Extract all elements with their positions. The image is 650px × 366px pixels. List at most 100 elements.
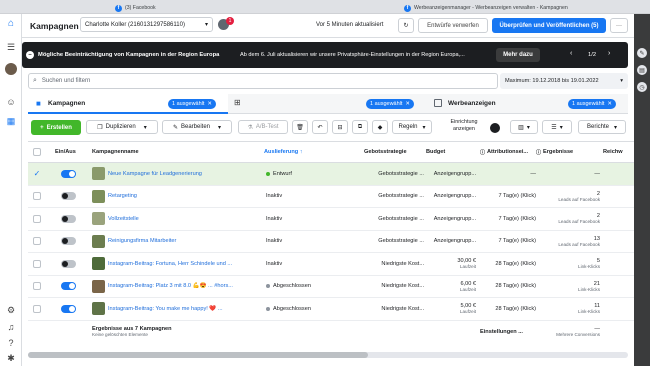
table-row[interactable]: Instagram-Beitrag: Fortuna, Herr Schinde… bbox=[28, 253, 634, 276]
search-input[interactable]: ⌕ Suchen und filtern bbox=[28, 73, 498, 89]
gear-icon[interactable]: ⚙ bbox=[4, 303, 18, 317]
campaign-name-link[interactable]: Instagram-Beitrag: You make me happy! ❤️… bbox=[108, 306, 223, 312]
campaign-toggle[interactable] bbox=[61, 304, 76, 313]
help-icon[interactable]: ? bbox=[4, 336, 18, 350]
col-attribution[interactable]: ⓘ Attributionsei... bbox=[480, 142, 536, 162]
col-delivery[interactable]: Auslieferung ↑ bbox=[264, 142, 359, 162]
campaign-name-link[interactable]: Reinigungsfirma Mitarbeiter bbox=[108, 238, 176, 244]
row-checkbox[interactable] bbox=[33, 282, 41, 291]
prev-icon[interactable]: ‹ bbox=[570, 50, 572, 57]
emoji-icon[interactable]: ☺ bbox=[4, 95, 18, 109]
edit-button[interactable]: ✎ Bearbeiten ▾ bbox=[162, 120, 232, 134]
campaign-name-link[interactable]: Vollzeitstelle bbox=[108, 216, 139, 222]
table-row[interactable]: Retargeting Inaktiv Gebotsstrategie ... … bbox=[28, 186, 634, 208]
attribution-value: 28 Tag(e) (Klick) bbox=[495, 283, 536, 290]
update-status: Vor 5 Minuten aktualisiert bbox=[316, 22, 384, 28]
col-onoff[interactable]: Ein/Aus bbox=[55, 142, 89, 162]
publish-button[interactable]: Überprüfen und Veröffentlichen (5) bbox=[492, 18, 606, 33]
columns-icon: ▥ bbox=[518, 124, 524, 131]
campaign-toggle[interactable] bbox=[61, 237, 76, 246]
campaign-toggle[interactable] bbox=[61, 282, 76, 291]
col-bidstrategy[interactable]: Gebotsstrategie bbox=[364, 142, 424, 162]
meta-logo-icon[interactable]: ⌂ bbox=[4, 16, 18, 30]
preview-icon[interactable]: ⧉ bbox=[352, 120, 368, 134]
create-button[interactable]: + Erstellen bbox=[31, 120, 81, 135]
budget-sub: Laufzeit bbox=[459, 309, 476, 315]
status-dot bbox=[266, 171, 270, 176]
chart-icon[interactable]: ▤ bbox=[637, 65, 647, 75]
flask-icon: ⚗ bbox=[247, 124, 253, 131]
col-name[interactable]: Kampagnenname bbox=[92, 142, 262, 162]
clock-icon[interactable]: ◷ bbox=[637, 82, 647, 92]
browser-tab-facebook[interactable]: f (3) Facebook bbox=[115, 2, 156, 14]
table-header: Ein/Aus Kampagnenname Auslieferung ↑ Geb… bbox=[28, 141, 634, 163]
table-row[interactable]: ✓ Neue Kampagne für Leadgenerierung Entw… bbox=[28, 163, 634, 186]
learn-more-button[interactable]: Mehr dazu bbox=[496, 48, 540, 62]
more-icon[interactable]: ··· bbox=[610, 18, 628, 33]
bell-icon[interactable]: ♫ bbox=[4, 320, 18, 334]
col-budget[interactable]: Budget bbox=[426, 142, 476, 162]
date-range-picker[interactable]: Maximum: 19.12.2018 bis 19.01.2022 ▾ bbox=[500, 73, 628, 89]
col-results[interactable]: ⓘ Ergebnisse bbox=[536, 142, 600, 162]
adsets-grid-icon[interactable]: ⊞ bbox=[234, 98, 241, 107]
table-row[interactable]: Instagram-Beitrag: Platz 3 mit 8.0 💪😍 ..… bbox=[28, 276, 634, 298]
table-row[interactable]: Reinigungsfirma Mitarbeiter Inaktiv Gebo… bbox=[28, 231, 634, 253]
browser-tab-adsmanager[interactable]: f Werbeanzeigenmanager - Werbeanzeigen ve… bbox=[404, 2, 568, 14]
budget-sub: Laufzeit bbox=[459, 264, 476, 270]
reports-button[interactable]: Berichte ▾ bbox=[578, 120, 626, 134]
columns-button[interactable]: ▥ ▾ bbox=[510, 120, 538, 134]
col-reach[interactable]: Reichw bbox=[603, 142, 631, 162]
bug-icon[interactable]: ✱ bbox=[4, 351, 18, 365]
row-checkbox[interactable] bbox=[33, 237, 41, 246]
adsets-selected-pill[interactable]: 1 ausgewählt ✕ bbox=[366, 99, 415, 109]
avatar[interactable] bbox=[4, 62, 18, 76]
row-checkbox[interactable] bbox=[33, 192, 41, 201]
campaign-name-link[interactable]: Neue Kampagne für Leadgenerierung bbox=[108, 171, 202, 177]
tag-icon[interactable]: ◆ bbox=[372, 120, 388, 134]
row-checkbox[interactable] bbox=[33, 214, 41, 223]
notification-badge: 1 bbox=[226, 17, 234, 25]
ads-selected-pill[interactable]: 1 ausgewählt ✕ bbox=[568, 99, 617, 109]
refresh-button[interactable]: ↻ bbox=[398, 18, 414, 33]
select-all-checkbox[interactable] bbox=[33, 148, 41, 156]
scrollbar-thumb[interactable] bbox=[28, 352, 368, 358]
budget-value: Anzeigengrupp... bbox=[433, 193, 476, 200]
bid-strategy: Gebotsstrategie ... bbox=[378, 170, 424, 177]
duplicate-button[interactable]: ❐ Duplizieren ▾ bbox=[86, 120, 158, 134]
ad-icon bbox=[434, 99, 442, 107]
results-sub: Link-Klicks bbox=[578, 286, 600, 292]
pencil-icon: ✎ bbox=[172, 124, 178, 131]
next-icon[interactable]: › bbox=[608, 50, 610, 57]
campaign-toggle[interactable] bbox=[61, 259, 76, 268]
discard-drafts-button[interactable]: Entwürfe verwerfen bbox=[418, 18, 488, 33]
row-checkbox[interactable]: ✓ bbox=[33, 169, 41, 178]
tab-ads-label[interactable]: Werbeanzeigen bbox=[448, 100, 496, 107]
rules-button[interactable]: Regeln ▾ bbox=[392, 120, 432, 134]
campaign-name-link[interactable]: Instagram-Beitrag: Platz 3 mit 8.0 💪😍 ..… bbox=[108, 283, 233, 289]
table-row[interactable]: Instagram-Beitrag: You make me happy! ❤️… bbox=[28, 298, 634, 321]
table-footer: Ergebnisse aus 7 Kampagnen Keine gelösch… bbox=[28, 321, 634, 343]
delivery-status: Abgeschlossen bbox=[273, 305, 311, 312]
campaign-name-link[interactable]: Retargeting bbox=[108, 193, 137, 199]
campaign-toggle[interactable] bbox=[61, 192, 76, 201]
undo-icon[interactable]: ↶ bbox=[312, 120, 328, 134]
menu-icon[interactable]: ☰ bbox=[4, 40, 18, 54]
table-row[interactable]: Vollzeitstelle Inaktiv Gebotsstrategie .… bbox=[28, 208, 634, 231]
account-selector[interactable]: Charlotte Koller (2160131297586110) ▾ bbox=[80, 17, 213, 32]
delete-icon[interactable]: ⊟ bbox=[332, 120, 348, 134]
table-icon[interactable]: ▦ bbox=[4, 114, 18, 128]
campaign-toggle[interactable] bbox=[61, 169, 76, 178]
edit-icon[interactable]: ✎ bbox=[637, 48, 647, 58]
campaign-name-link[interactable]: Instagram-Beitrag: Fortuna, Herr Schinde… bbox=[108, 261, 232, 267]
row-checkbox[interactable] bbox=[33, 259, 41, 268]
footer-subtitle: Keine gelöschten Elemente bbox=[92, 332, 148, 337]
close-icon: ✕ bbox=[207, 101, 213, 107]
campaigns-selected-pill[interactable]: 1 ausgewählt ✕ bbox=[168, 99, 217, 109]
chevron-down-icon: ▾ bbox=[218, 124, 222, 131]
campaign-toggle[interactable] bbox=[61, 214, 76, 223]
ab-test-button[interactable]: ⚗ A/B-Test bbox=[238, 120, 288, 134]
breakdown-button[interactable]: ☰ ▾ bbox=[542, 120, 572, 134]
row-checkbox[interactable] bbox=[33, 304, 41, 313]
trash-icon[interactable]: 🗑 bbox=[292, 120, 308, 134]
display-toggle[interactable] bbox=[490, 123, 500, 133]
